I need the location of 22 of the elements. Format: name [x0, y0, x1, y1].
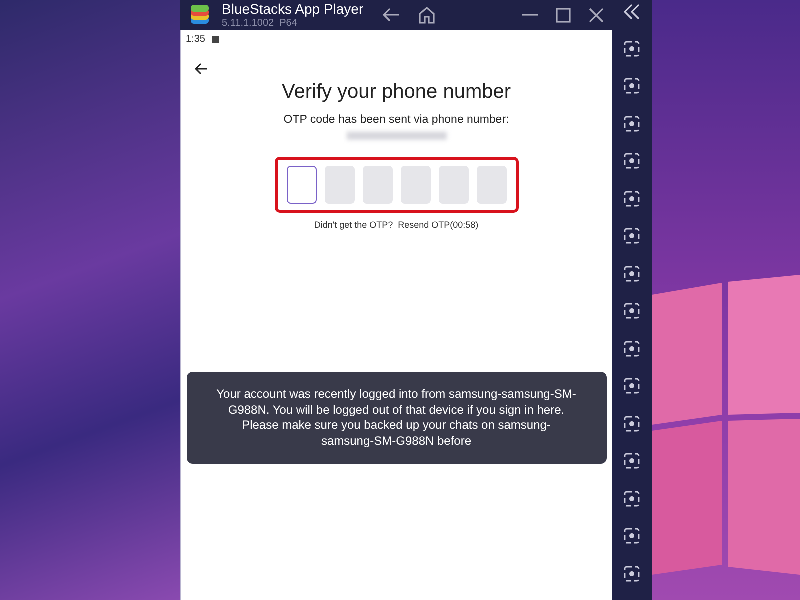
otp-digit-field[interactable] — [400, 166, 430, 204]
otp-digit-field[interactable] — [324, 166, 354, 204]
toast-message: Your account was recently logged into from samsung-samsung-SM-G988N. You will be logged out of that device if you sign in here. Please make sure you backed up your chats on samsung-samsung-SM-G988N before — [186, 372, 606, 464]
otp-digit-field[interactable] — [362, 166, 392, 204]
home-icon[interactable] — [418, 6, 436, 24]
otp-digit-field[interactable] — [438, 166, 468, 204]
otp-digit-field[interactable] — [476, 166, 506, 204]
status-time: 1:35 — [186, 34, 206, 45]
otp-digit-field[interactable] — [286, 166, 316, 204]
page-title: Verify your phone number — [282, 81, 512, 104]
maximize-icon[interactable] — [556, 8, 571, 22]
resend-prompt: Didn't get the OTP? — [314, 220, 394, 230]
stacked-layers-logo-icon — [188, 3, 212, 27]
notification-icon — [212, 36, 220, 43]
window-title: BlueStacks App Player — [222, 2, 364, 16]
back-icon[interactable] — [382, 7, 400, 23]
back-icon[interactable] — [194, 63, 208, 75]
version-label: 5.11.1.1002 P64 — [222, 18, 298, 28]
collapse-icon[interactable] — [623, 4, 641, 20]
resend-link[interactable]: Resend OTP(00:58) — [398, 220, 479, 230]
otp-sent-text: OTP code has been sent via phone number: — [284, 114, 510, 126]
close-icon[interactable] — [589, 8, 604, 22]
